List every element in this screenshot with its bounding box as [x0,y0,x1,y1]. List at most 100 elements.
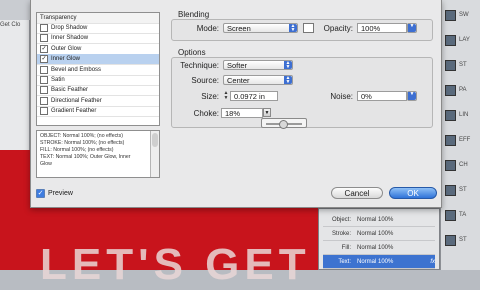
list-item-outer-glow[interactable]: ✓ Outer Glow [37,44,159,55]
panel-dock-item[interactable]: EFF [445,133,479,147]
effects-panel-row-label: Object: [331,216,351,223]
chevron-updown-icon: ▲ ▼ [284,75,292,85]
summary-line: TEXT: Normal 100%; Outer Glow, Inner [40,154,131,160]
list-item-directional-feather[interactable]: Directional Feather [37,96,159,107]
panel-dock-label: CH [459,162,468,168]
panel-icon [445,134,456,146]
preview-checkbox[interactable]: ✓ [36,189,45,198]
summary-scrollbar[interactable] [150,131,159,177]
panel-icon [445,184,456,196]
noise-label: Noise: [330,92,353,101]
chevron-updown-icon: ▲ ▼ [289,23,297,33]
panel-dock-item[interactable]: CH [445,158,479,172]
panel-dock-label: PA [459,87,467,93]
opacity-field[interactable]: 100% [357,23,407,33]
mode-value: Screen [227,24,251,33]
panel-dock-label: TA [459,212,467,218]
panel-dock-label: LAY [459,37,470,43]
color-swatch[interactable] [303,23,314,33]
list-item-inner-glow[interactable]: ✓ Inner Glow [37,54,159,66]
panel-dock-label: ST [459,187,467,193]
panel-dock-item[interactable]: PA [445,83,479,97]
effects-panel-row[interactable]: Text: Normal 100% fx [323,255,435,269]
panel-icon [445,109,456,121]
size-stepper[interactable]: ▲ ▼ [223,91,229,101]
document-tab-label[interactable]: Get Clo [0,22,30,32]
panel-icon [445,234,456,246]
panel-dock: SW LAY ST PA LIN EFF CH ST TA ST [440,0,480,270]
technique-value: Softer [227,61,248,70]
summary-line: Glow [40,161,52,167]
size-field[interactable]: 0.0972 in [230,91,278,101]
effects-panel-row[interactable]: Stroke: Normal 100% [323,227,435,241]
effects-summary: OBJECT: Normal 100%; (no effects) STROKE… [36,130,160,178]
effects-panel-row-value: Normal 100% [357,244,394,251]
effect-checkbox[interactable] [40,96,48,105]
preview-label: Preview [48,190,73,197]
panel-dock-item[interactable]: ST [445,58,479,72]
panel-dock-item[interactable]: TA [445,208,479,222]
effects-panel-row[interactable]: Object: Normal 100% [323,213,435,227]
list-item-label: Directional Feather [51,97,102,104]
effect-checkbox[interactable] [40,76,48,84]
panel-dock-item[interactable]: SW [445,8,479,22]
list-item-label: Inner Shadow [51,35,89,42]
technique-label: Technique: [180,61,219,70]
panel-icon [445,209,456,221]
list-item-label: Gradient Feather [51,108,97,115]
list-item-basic-feather[interactable]: Basic Feather [37,85,159,97]
list-item-label: Basic Feather [51,87,89,94]
effects-panel-row-value: Normal 100% [357,258,394,265]
technique-select[interactable]: Softer ▲ ▼ [223,60,293,70]
effects-panel-row-value: Normal 100% [357,230,394,237]
panel-dock-item[interactable]: LIN [445,108,479,122]
effect-checkbox[interactable]: ✓ [40,44,48,53]
choke-label: Choke: [193,109,219,118]
effect-checkbox[interactable]: ✓ [40,55,48,64]
effect-checkbox[interactable] [40,24,48,32]
effect-checkbox[interactable] [40,107,48,116]
choke-field[interactable]: 18% [221,108,263,118]
choke-slider[interactable] [261,118,307,129]
cancel-button[interactable]: Cancel [331,187,383,199]
opacity-label: Opacity: [323,24,353,33]
panel-dock-item[interactable]: ST [445,183,479,197]
list-item-label: Transparency [40,15,77,21]
list-item-bevel-and-emboss[interactable]: Bevel and Emboss [37,65,159,76]
panel-icon [445,159,456,171]
effects-panel-row-value: Normal 100% [357,216,394,223]
choke-slider-toggle[interactable]: ▼ [263,108,271,117]
source-select[interactable]: Center ▲ ▼ [223,75,293,85]
panel-icon [445,59,456,71]
panel-dock-item[interactable]: ST [445,233,479,247]
effect-checkbox[interactable] [40,86,48,95]
panel-icon [445,34,456,46]
blending-title: Blending [178,10,210,19]
panel-icon [445,9,456,21]
effects-dialog: Transparency Drop Shadow Inner Shadow ✓ Out… [30,0,442,208]
panel-dock-label: ST [459,62,467,68]
effects-panel-row[interactable]: Fill: Normal 100% [323,241,435,255]
noise-dropdown[interactable]: ▼ [407,91,417,101]
effect-checkbox[interactable] [40,34,48,43]
effect-checkbox[interactable] [40,65,48,74]
panel-dock-label: LIN [459,112,469,118]
list-item-drop-shadow[interactable]: Drop Shadow [37,23,159,34]
panel-dock-item[interactable]: LAY [445,33,479,47]
list-item-inner-shadow[interactable]: Inner Shadow [37,33,159,45]
effects-panel-row-label: Fill: [341,244,351,251]
list-item-label: Satin [51,77,65,83]
slider-knob[interactable] [279,120,289,129]
effects-panel-row-label: Stroke: [331,230,351,237]
summary-line: OBJECT: Normal 100%; (no effects) [40,133,123,139]
chevron-down-icon: ▼ [408,24,416,32]
noise-field[interactable]: 0% [357,91,407,101]
panel-dock-label: EFF [459,137,471,143]
preview-option[interactable]: ✓ Preview [36,188,73,199]
ok-button[interactable]: OK [389,187,437,199]
mode-select[interactable]: Screen ▲ ▼ [223,23,298,33]
source-value: Center [227,76,250,85]
list-item-gradient-feather[interactable]: Gradient Feather [37,106,159,118]
list-item-satin[interactable]: Satin [37,75,159,86]
opacity-dropdown[interactable]: ▼ [407,23,417,33]
